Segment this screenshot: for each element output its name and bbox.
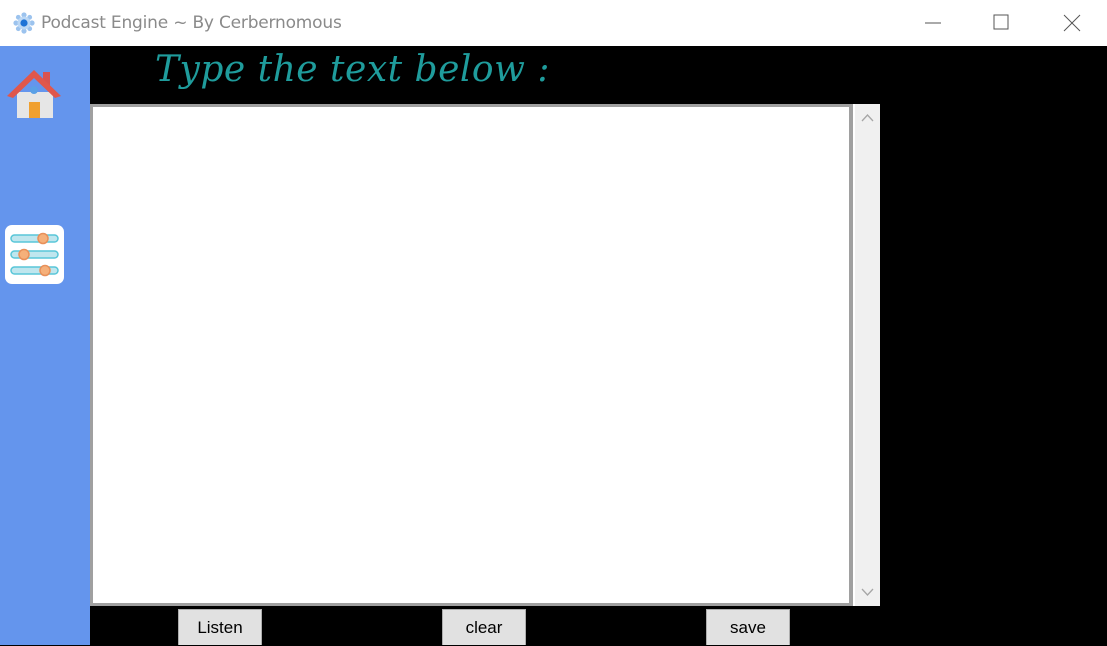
- page-heading: Type the text below :: [155, 49, 550, 90]
- chevron-down-icon[interactable]: [861, 587, 874, 597]
- window-title: Podcast Engine ~ By Cerbernomous: [41, 13, 342, 33]
- home-icon: [7, 70, 61, 118]
- title-bar: Podcast Engine ~ By Cerbernomous: [0, 0, 1107, 46]
- close-icon: [1063, 14, 1081, 32]
- text-input[interactable]: [90, 104, 853, 606]
- minimize-icon: [925, 22, 941, 24]
- minimize-button[interactable]: [898, 0, 968, 46]
- vertical-scrollbar[interactable]: [855, 104, 880, 606]
- home-button[interactable]: [5, 66, 63, 122]
- chevron-up-icon[interactable]: [861, 113, 874, 123]
- settings-button[interactable]: [5, 225, 64, 284]
- sidebar: [0, 46, 90, 645]
- clear-button[interactable]: clear: [442, 609, 526, 645]
- save-button[interactable]: save: [706, 609, 790, 645]
- listen-button[interactable]: Listen: [178, 609, 262, 645]
- maximize-button[interactable]: [966, 0, 1036, 46]
- gear-icon: [13, 12, 35, 34]
- close-button[interactable]: [1037, 0, 1107, 46]
- maximize-icon: [993, 14, 1009, 30]
- text-area-container: [90, 104, 880, 606]
- settings-sliders-icon: [10, 232, 59, 277]
